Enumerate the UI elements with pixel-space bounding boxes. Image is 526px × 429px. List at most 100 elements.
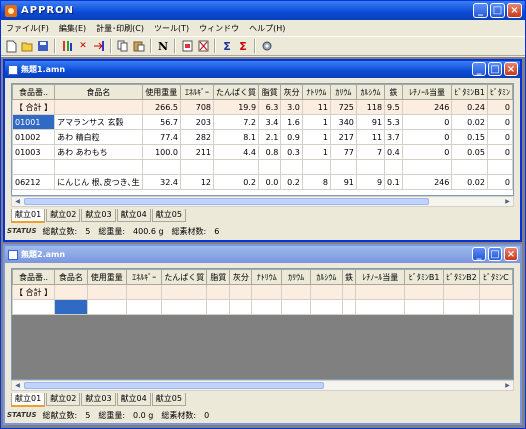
scroll-left-icon[interactable]: ◀ — [12, 197, 23, 206]
table-cell[interactable] — [141, 159, 181, 175]
table-cell[interactable]: 1 — [301, 144, 331, 160]
tab-menu-5[interactable]: 献立05 — [151, 393, 186, 406]
tab-menu-4[interactable]: 献立04 — [116, 393, 151, 406]
tab-menu-5[interactable]: 献立05 — [151, 209, 186, 222]
table-row[interactable]: 01001 アマランサス 玄穀 56.7 203 7.2 3.4 1.6 1 340 91 5.3 0… — [12, 114, 513, 130]
title-bar[interactable]: APPRON _ □ × — [1, 1, 525, 20]
table-cell[interactable]: 01003 — [12, 144, 56, 160]
table-cell[interactable]: 91 — [355, 114, 386, 130]
table-cell[interactable] — [280, 159, 303, 175]
table-cell[interactable] — [206, 299, 231, 315]
table-cell[interactable]: 91 — [329, 174, 357, 190]
table-cell[interactable]: 01001 — [12, 114, 56, 130]
table-cell[interactable]: 0.15 — [451, 129, 488, 145]
column-header[interactable]: 脂質 — [206, 269, 231, 285]
settings-icon[interactable] — [260, 39, 274, 53]
menu-window[interactable]: ウィンドウ — [194, 23, 244, 34]
scroll-right-icon[interactable]: ▶ — [502, 381, 513, 390]
column-header[interactable]: 食品名 — [54, 269, 88, 285]
column-header[interactable]: ﾋﾞﾀﾐﾝB1 — [451, 84, 488, 100]
scroll-left-icon[interactable]: ◀ — [12, 381, 23, 390]
close-button[interactable]: × — [507, 3, 522, 18]
table-cell[interactable]: 0 — [401, 144, 453, 160]
menu-tools[interactable]: ツール(T) — [149, 23, 194, 34]
table-cell[interactable]: 0.2 — [213, 174, 260, 190]
doc1-minimize-button[interactable]: _ — [472, 62, 486, 76]
table-cell[interactable]: 0.9 — [280, 129, 303, 145]
column-header[interactable]: たんぱく質 — [213, 84, 260, 100]
column-header[interactable]: ﾅﾄﾘｳﾑ — [301, 84, 331, 100]
table-cell[interactable]: 0 — [401, 114, 453, 130]
table-cell[interactable]: 0.02 — [451, 114, 488, 130]
menu-calc-print[interactable]: 計量･印刷(C) — [91, 23, 149, 34]
menu-help[interactable]: ヘルプ(H) — [244, 23, 290, 34]
doc2-maximize-button[interactable]: □ — [488, 247, 502, 261]
table-row[interactable]: 01003 あわ あわもち 100.0 211 4.4 0.8 0.3 1 77 7 0.4 0 0.0… — [12, 144, 513, 160]
table-cell[interactable] — [86, 299, 127, 315]
table-cell[interactable]: 282 — [179, 129, 215, 145]
doc1-data-grid[interactable]: 食品番.. 食品名 使用重量 ｴﾈﾙｷﾞｰ たんぱく質 脂質 灰分 ﾅﾄﾘｳﾑ ｶﾘｳﾑ ｶﾙｼｳ… — [11, 83, 514, 196]
table-cell[interactable] — [355, 299, 406, 315]
table-cell[interactable]: にんじん 根､皮つき､生 — [54, 174, 143, 190]
menu-file[interactable]: ファイル(F) — [1, 23, 54, 34]
tab-menu-2[interactable]: 献立02 — [46, 393, 81, 406]
table-cell[interactable]: 77 — [329, 144, 357, 160]
table-cell[interactable]: 3.7 — [384, 129, 403, 145]
column-header[interactable]: ｴﾈﾙｷﾞｰ — [125, 269, 163, 285]
doc2-title-bar[interactable]: 無題2.amn _ □ × — [5, 246, 520, 263]
table-cell[interactable]: 1 — [301, 129, 331, 145]
table-cell[interactable]: 0.0 — [258, 174, 282, 190]
column-header[interactable]: 食品番.. — [12, 84, 56, 100]
table-cell[interactable]: 1.6 — [280, 114, 303, 130]
tab-menu-2[interactable]: 献立02 — [46, 209, 81, 222]
table-cell[interactable]: 217 — [329, 129, 357, 145]
table-cell[interactable]: 4.4 — [213, 144, 260, 160]
new-icon[interactable] — [4, 39, 18, 53]
open-icon[interactable] — [20, 39, 34, 53]
column-header[interactable]: たんぱく質 — [161, 269, 208, 285]
n-icon[interactable]: N — [156, 39, 170, 53]
column-header[interactable]: 鉄 — [384, 84, 403, 100]
table-cell[interactable] — [401, 159, 453, 175]
insert-row-icon[interactable] — [92, 39, 106, 53]
save-icon[interactable] — [36, 39, 50, 53]
table-cell[interactable]: 06212 — [12, 174, 56, 190]
table-cell[interactable]: 203 — [179, 114, 215, 130]
table-cell[interactable] — [161, 299, 208, 315]
table-cell[interactable]: 211 — [179, 144, 215, 160]
table-cell[interactable] — [384, 159, 403, 175]
table-cell[interactable] — [179, 159, 215, 175]
table-cell[interactable]: 7 — [355, 144, 386, 160]
table-row[interactable]: 01002 あわ 精白粒 77.4 282 8.1 2.1 0.9 1 217 11 3.7 0 0.1… — [12, 129, 513, 145]
menu-edit[interactable]: 編集(E) — [54, 23, 91, 34]
table-cell[interactable]: 0.02 — [451, 174, 488, 190]
table-cell[interactable]: 0 — [486, 174, 513, 190]
table-cell[interactable] — [301, 159, 331, 175]
table-cell[interactable]: あわ あわもち — [54, 144, 143, 160]
table-cell[interactable] — [229, 299, 253, 315]
table-cell[interactable] — [329, 159, 357, 175]
column-header[interactable]: ﾋﾞﾀﾐﾝ — [486, 84, 513, 100]
table-cell[interactable]: 56.7 — [141, 114, 181, 130]
table-cell[interactable]: 246 — [401, 174, 453, 190]
table-cell[interactable]: 12 — [179, 174, 215, 190]
table-cell[interactable] — [281, 299, 312, 315]
column-header[interactable]: ﾚﾁﾉｰﾙ当量 — [401, 84, 453, 100]
table-cell[interactable] — [486, 159, 513, 175]
table-cell[interactable]: 32.4 — [141, 174, 181, 190]
table-cell[interactable] — [54, 159, 143, 175]
tab-menu-1[interactable]: 献立01 — [11, 393, 46, 407]
table-row[interactable] — [12, 299, 513, 315]
table-cell[interactable] — [258, 159, 282, 175]
table-row[interactable] — [12, 159, 513, 175]
table-cell[interactable]: あわ 精白粒 — [54, 129, 143, 145]
column-header[interactable]: 灰分 — [229, 269, 253, 285]
doc1-maximize-button[interactable]: □ — [488, 62, 502, 76]
table-cell[interactable]: 8 — [301, 174, 331, 190]
doc1-horizontal-scrollbar[interactable]: ◀ ▶ — [11, 196, 514, 207]
tab-menu-1[interactable]: 献立01 — [11, 209, 46, 223]
table-cell[interactable] — [12, 299, 56, 315]
table-cell[interactable]: 0.3 — [280, 144, 303, 160]
minimize-button[interactable]: _ — [473, 3, 488, 18]
table-cell[interactable]: 3.4 — [258, 114, 282, 130]
